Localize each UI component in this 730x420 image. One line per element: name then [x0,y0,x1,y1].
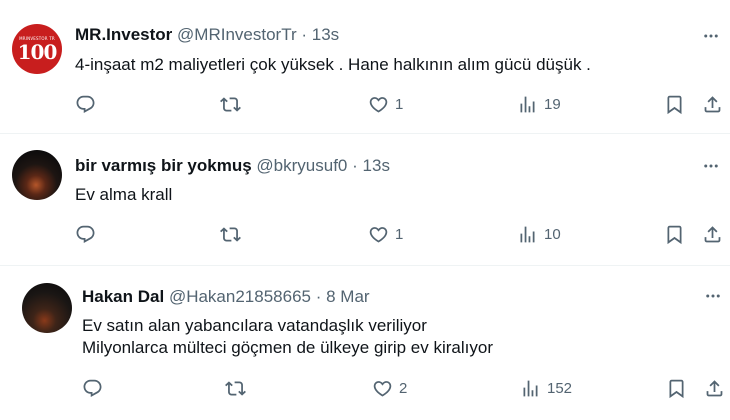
share-icon [704,96,721,113]
heart-icon [369,227,388,243]
tweet-text: 4-inşaat m2 maliyetleri çok yüksek . Han… [75,54,591,76]
views-button[interactable]: 10 [517,224,561,245]
share-icon [704,226,721,243]
tweet-text: Ev alma krall [75,184,172,206]
timestamp[interactable]: 13s [312,25,339,44]
heart-icon [369,97,388,113]
avatar[interactable] [12,150,62,200]
share-button[interactable] [702,224,723,245]
bookmark-icon [667,225,682,245]
tweet[interactable]: MRINVESTOR TR 100 MR.Investor @MRInvesto… [0,0,730,134]
views-button[interactable]: 19 [517,94,561,115]
views-icon [523,380,538,397]
retweet-icon [220,97,241,112]
tweet-header: Hakan Dal @Hakan21858665 · 8 Mar [82,287,370,307]
user-handle[interactable]: @Hakan21858665 [169,287,311,306]
tweet-text-line: Milyonlarca mülteci göçmen de ülkeye gir… [82,338,493,357]
retweet-icon [225,381,246,396]
like-count: 1 [395,226,404,243]
reply-icon [76,225,95,243]
retweet-button[interactable] [225,378,246,399]
user-name[interactable]: Hakan Dal [82,287,164,306]
bookmark-icon [667,95,682,115]
reply-button[interactable] [75,94,96,115]
separator-dot: · [315,287,322,306]
like-button[interactable]: 1 [368,94,403,115]
separator-dot: · [301,25,308,44]
like-count: 2 [399,380,408,397]
heart-icon [373,381,392,397]
tweet-header: MR.Investor @MRInvestorTr · 13s [75,25,339,45]
timestamp[interactable]: 13s [363,156,390,175]
avatar[interactable]: MRINVESTOR TR 100 [12,24,62,74]
share-button[interactable] [702,94,723,115]
more-icon[interactable] [701,26,721,46]
bookmark-icon [669,379,684,399]
user-handle[interactable]: @MRInvestorTr [177,25,297,44]
bookmark-button[interactable] [664,224,685,245]
retweet-button[interactable] [220,94,241,115]
reply-icon [76,95,95,113]
share-icon [706,380,723,397]
tweet[interactable]: Hakan Dal @Hakan21858665 · 8 Mar Ev satı… [0,266,730,420]
user-name[interactable]: bir varmış bir yokmuş [75,156,252,175]
view-count: 10 [544,226,561,243]
views-icon [520,226,535,243]
more-icon[interactable] [703,286,723,306]
like-button[interactable]: 2 [372,378,407,399]
share-button[interactable] [704,378,725,399]
like-button[interactable]: 1 [368,224,403,245]
like-count: 1 [395,96,404,113]
bookmark-button[interactable] [666,378,687,399]
reply-button[interactable] [75,224,96,245]
reply-icon [83,379,102,397]
view-count: 19 [544,96,561,113]
separator-dot: · [352,156,358,175]
views-button[interactable]: 152 [520,378,572,399]
retweet-button[interactable] [220,224,241,245]
avatar[interactable] [22,283,72,333]
views-icon [520,96,535,113]
user-name[interactable]: MR.Investor [75,25,172,44]
user-handle[interactable]: @bkryusuf0 [256,156,347,175]
tweet-header: bir varmış bir yokmuş @bkryusuf0 · 13s [75,156,390,176]
tweet-text-line: Ev alma krall [75,185,173,204]
reply-button[interactable] [82,378,103,399]
timestamp[interactable]: 8 Mar [326,287,369,306]
more-icon[interactable] [701,156,721,176]
tweet[interactable]: bir varmış bir yokmuş @bkryusuf0 · 13s E… [0,134,730,266]
bookmark-button[interactable] [664,94,685,115]
retweet-icon [220,227,241,242]
view-count: 152 [547,380,573,397]
tweet-text-line: Ev satın alan yabancılara vatandaşlık ve… [82,316,427,335]
avatar-brand-number: 100 [17,40,58,64]
tweet-text-line: 4-inşaat m2 maliyetleri çok yüksek . Han… [75,55,591,74]
tweet-text: Ev satın alan yabancılara vatandaşlık ve… [82,315,493,359]
